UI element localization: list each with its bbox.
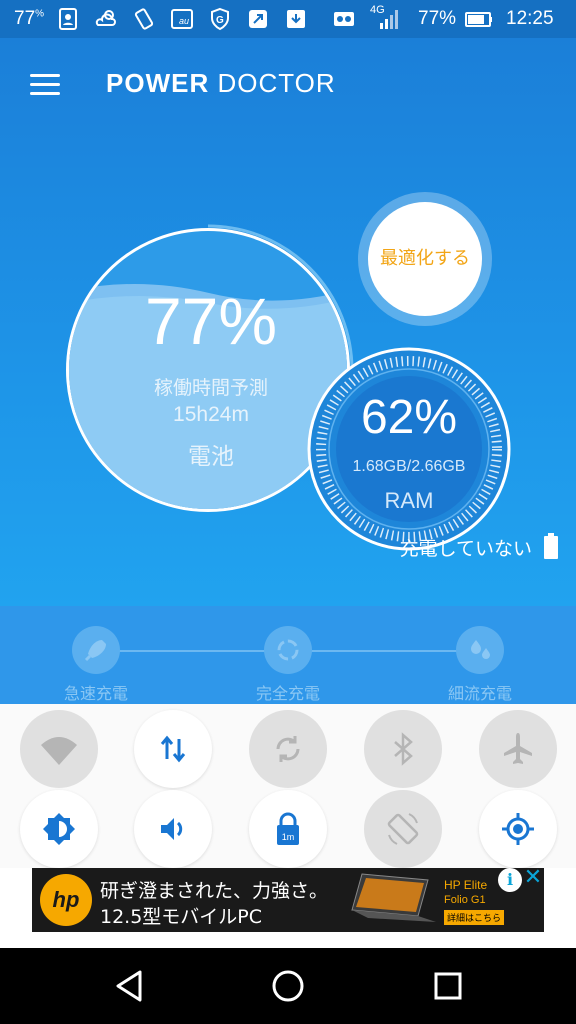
svg-text:G: G <box>216 15 224 26</box>
mode-label: 完全充電 <box>255 684 320 703</box>
ram-label: RAM <box>384 488 434 513</box>
shield-icon: G <box>211 7 229 31</box>
ad-product-model: Folio G1 <box>444 894 486 906</box>
optimize-button[interactable]: 最適化する <box>368 202 482 316</box>
charge-status-text: 充電していない <box>399 538 532 560</box>
lock-timer-icon: 1m <box>277 812 299 845</box>
sync-icon <box>276 736 300 762</box>
screen-timeout-toggle[interactable]: 1m <box>249 790 327 868</box>
ad-subline: 12.5型モバイルPC <box>100 906 263 928</box>
wifi-toggle[interactable] <box>20 710 98 788</box>
au-icon: au <box>171 9 193 29</box>
airplane-toggle[interactable] <box>479 710 557 788</box>
ad-headline: 研ぎ澄まされた、力強さ。 <box>100 880 329 902</box>
app-title: POWER DOCTOR <box>106 68 336 98</box>
ram-percent: 62% <box>360 391 458 444</box>
ram-gauge[interactable]: 62% 1.68GB/2.66GB RAM <box>306 346 512 552</box>
status-bar: 77% au G 4G 77% 12:25 <box>0 0 576 38</box>
app-icon <box>249 10 267 28</box>
rocket-icon <box>84 640 106 662</box>
ad-banner[interactable]: hp 研ぎ澄まされた、力強さ。 12.5型モバイルPC HP Elite Fol… <box>32 868 544 932</box>
rotate-icon <box>387 813 419 845</box>
mode-full-charge[interactable]: 完全充電 <box>228 626 348 704</box>
signal-icon <box>380 10 398 29</box>
sound-toggle[interactable] <box>134 790 212 868</box>
data-arrows-icon <box>160 735 186 763</box>
brightness-icon <box>43 813 75 845</box>
quick-settings-panel: 1m <box>0 704 576 868</box>
back-icon[interactable] <box>112 968 146 1004</box>
home-icon[interactable] <box>270 968 306 1004</box>
hp-logo: hp <box>40 874 92 926</box>
laptop-image <box>351 873 436 922</box>
clock: 12:25 <box>506 8 554 29</box>
auto-rotate-toggle[interactable] <box>364 790 442 868</box>
recents-icon[interactable] <box>432 970 464 1002</box>
mode-label: 急速充電 <box>63 684 128 703</box>
battery-percent-text: 77% <box>418 8 457 29</box>
volume-icon <box>161 818 183 840</box>
location-icon <box>502 813 534 845</box>
mode-fast-charge[interactable]: 急速充電 <box>36 626 156 704</box>
ram-usage: 1.68GB/2.66GB <box>352 458 466 475</box>
drops-icon <box>471 640 490 659</box>
download-icon <box>287 10 305 28</box>
voicemail-icon <box>334 12 354 26</box>
mode-trickle-charge[interactable]: 細流充電 <box>420 626 540 704</box>
temp-reading: 77% <box>14 8 45 29</box>
battery-icon <box>465 12 492 27</box>
airplane-icon <box>504 733 532 764</box>
brightness-toggle[interactable] <box>20 790 98 868</box>
ad-banner-area: hp 研ぎ澄まされた、力強さ。 12.5型モバイルPC HP Elite Fol… <box>0 868 576 948</box>
battery-small-icon <box>544 533 558 559</box>
ad-close-icon[interactable]: ✕ <box>522 868 544 890</box>
bluetooth-toggle[interactable] <box>364 710 442 788</box>
location-toggle[interactable] <box>479 790 557 868</box>
cycle-icon <box>277 639 299 661</box>
mobile-data-toggle[interactable] <box>134 710 212 788</box>
navigation-bar <box>0 948 576 1024</box>
bluetooth-icon <box>394 732 413 766</box>
timeout-badge: 1m <box>282 832 295 842</box>
ad-cta[interactable]: 詳細はこちら <box>444 910 505 925</box>
svg-text:au: au <box>179 16 189 26</box>
ad-product-name: HP Elite <box>444 878 488 892</box>
charge-modes: 急速充電 完全充電 細流充電 <box>0 606 576 704</box>
contacts-icon <box>59 8 77 30</box>
screen-rotate-icon <box>134 8 154 30</box>
weather-icon <box>95 10 116 26</box>
mode-label: 細流充電 <box>447 684 512 703</box>
wifi-icon <box>41 737 77 765</box>
ad-info-icon[interactable]: i <box>498 868 522 892</box>
menu-icon[interactable] <box>30 74 60 96</box>
optimize-halo: 最適化する <box>358 192 492 326</box>
sync-toggle[interactable] <box>249 710 327 788</box>
